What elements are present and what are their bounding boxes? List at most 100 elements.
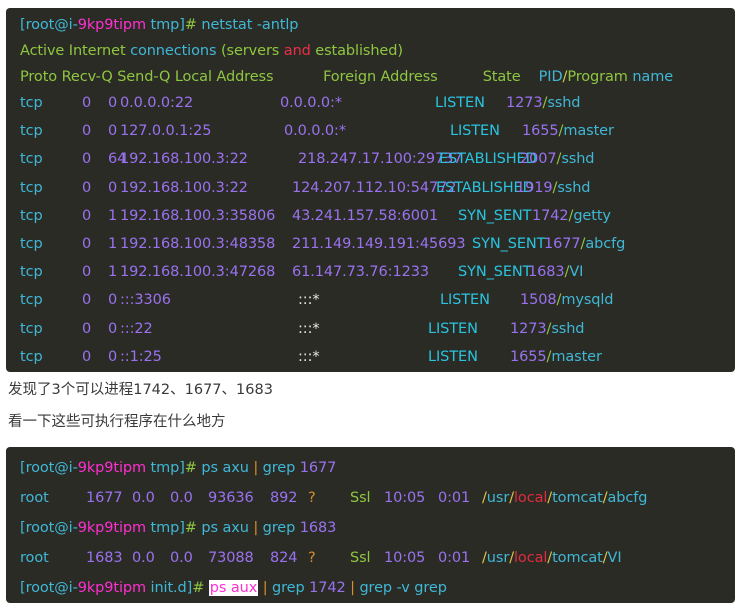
ps-cell-start-time: 10:05 [384,487,425,509]
netstat-cell-sendq: 1 [108,233,117,255]
ps-cell-vsz: 93636 [208,487,254,509]
terminal-window-ps[interactable]: [root@i-9kp9tipm tmp]# ps axu | grep 167… [6,447,735,603]
grep-keyword-1: grep [258,460,295,476]
grep-arg-2: 1683 [295,520,336,536]
ps-cell-cpu-time: 0:01 [438,487,470,509]
ps-prompt-2-cwd: tmp [146,520,179,536]
netstat-cell-sendq: 0 [108,177,117,199]
netstat-cell-foreign-address: 0.0.0.0:* [284,120,346,142]
col-header-pid: PID [539,69,563,85]
netstat-row: tcp00:::3306:::*LISTEN1508/mysqld [20,289,731,311]
ps-keyword-2: ps [197,520,218,536]
netstat-row: tcp00:::22:::*LISTEN1273/sshd [20,318,731,340]
netstat-command: netstat -antlp [197,17,299,33]
ps-command-line-1742: [root@i-9kp9tipm init.d]# ps aux | grep … [20,577,731,599]
netstat-row: tcp00::1:25:::*LISTEN1655/master [20,346,731,368]
prompt-host-prefix: i- [69,17,78,33]
terminal-prompt-line-netstat: [root@i-9kp9tipm tmp]# netstat -antlp [20,14,731,36]
grep-flag-v: -v [392,580,410,596]
netstat-cell-foreign-address: 218.247.17.100:29737 [298,148,462,170]
ps-output-row: root16830.00.073088824?Ssl10:050:01/usr/… [20,547,731,569]
ps-cell-stat: Ssl [350,547,371,569]
pipe-symbol-4: | [346,580,355,596]
ps-prompt-2-hostname: 9kp9tipm [78,520,146,536]
ps-cell-start-time: 10:05 [384,547,425,569]
netstat-cell-proto: tcp [20,92,43,114]
banner-connections: connections [130,43,216,59]
netstat-cell-foreign-address: 124.207.112.10:54772 [292,177,456,199]
netstat-row: tcp064192.168.100.3:22218.247.17.100:297… [20,148,731,170]
ps-cell-tty: ? [308,547,316,569]
path-segment-tomcat: tomcat [552,490,603,506]
netstat-row: tcp01192.168.100.3:3580643.241.157.58:60… [20,205,731,227]
ps-prompt-1-host-prefix: i- [69,460,78,476]
ps-prompt-1-hostname: 9kp9tipm [78,460,146,476]
netstat-cell-foreign-address: :::* [298,318,320,340]
netstat-program-name: master [563,123,614,139]
netstat-cell-foreign-address: :::* [298,346,320,368]
netstat-cell-recvq: 0 [82,205,91,227]
col-header-sendq: Send-Q [117,69,170,85]
netstat-column-header: Proto Recv-Q Send-Q Local Address Foreig… [20,66,731,88]
netstat-cell-pid-program: 1508/mysqld [520,289,613,311]
netstat-row: tcp01192.168.100.3:48358211.149.149.191:… [20,233,731,255]
netstat-cell-state: LISTEN [440,289,490,311]
netstat-cell-state: SYN_SENT [458,205,531,227]
netstat-program-name: getty [573,208,611,224]
netstat-banner-line: Active Internet connections (servers and… [20,40,731,62]
netstat-cell-sendq: 0 [108,346,117,368]
netstat-cell-sendq: 1 [108,261,117,283]
ps-cell-pid: 1677 [86,487,123,509]
netstat-cell-pid-program: 1742/getty [532,205,611,227]
col-header-recvq: Recv-Q [62,69,113,85]
netstat-cell-local-address: 192.168.100.3:47268 [120,261,275,283]
netstat-cell-recvq: 0 [82,148,91,170]
netstat-cell-sendq: 1 [108,205,117,227]
netstat-cell-state: SYN_SENT [472,233,545,255]
banner-internet: Internet [69,43,126,59]
ps-cell-user: root [20,487,49,509]
ps-prompt-3-hostname: 9kp9tipm [78,580,146,596]
netstat-pid: 1677 [544,236,581,252]
banner-and: and [284,43,311,59]
netstat-row: tcp01192.168.100.3:4726861.147.73.76:123… [20,261,731,283]
ps-prompt-2-hash: # [185,520,197,536]
netstat-cell-pid-program: 1683/VI [528,261,583,283]
netstat-pid: 1273 [510,321,547,337]
path-segment-usr: usr [487,550,509,566]
ps-prompt-3-host-prefix: i- [69,580,78,596]
path-segment-binary: VI [608,550,622,566]
netstat-cell-proto: tcp [20,346,43,368]
netstat-pid: 1742 [532,208,569,224]
ps-cell-rss: 892 [270,487,297,509]
ps-cell-stat: Ssl [350,487,371,509]
netstat-cell-recvq: 0 [82,261,91,283]
netstat-program-name: sshd [551,321,584,337]
netstat-pid: 1919 [516,180,553,196]
netstat-cell-proto: tcp [20,148,43,170]
netstat-cell-proto: tcp [20,120,43,142]
ps-prompt-2-host-prefix: i- [69,520,78,536]
netstat-program-name: VI [569,264,583,280]
netstat-pid: 1508 [520,292,557,308]
terminal-window-netstat[interactable]: [root@i-9kp9tipm tmp]# netstat -antlp Ac… [6,8,735,372]
netstat-cell-recvq: 0 [82,177,91,199]
ps-cell-mem: 0.0 [170,547,193,569]
ps-prompt-3-hash: # [192,580,204,596]
prompt-at-symbol: @ [54,17,68,33]
netstat-cell-local-address: :::22 [120,318,153,340]
netstat-cell-local-address: 0.0.0.0:22 [120,92,193,114]
prompt-hash: # [185,17,197,33]
note-line-2: 看一下这些可执行程序在什么地方 [8,412,226,432]
netstat-program-name: mysqld [561,292,613,308]
netstat-cell-proto: tcp [20,289,43,311]
path-segment-usr: usr [487,490,509,506]
path-segment-tomcat: tomcat [552,550,603,566]
col-header-name: name [632,69,673,85]
highlighted-command-ps-aux: ps aux [209,580,258,596]
col-header-program: Program [567,69,627,85]
col-header-state: State [483,69,521,85]
netstat-cell-state: LISTEN [450,120,500,142]
netstat-cell-proto: tcp [20,318,43,340]
banner-servers: (servers [221,43,279,59]
